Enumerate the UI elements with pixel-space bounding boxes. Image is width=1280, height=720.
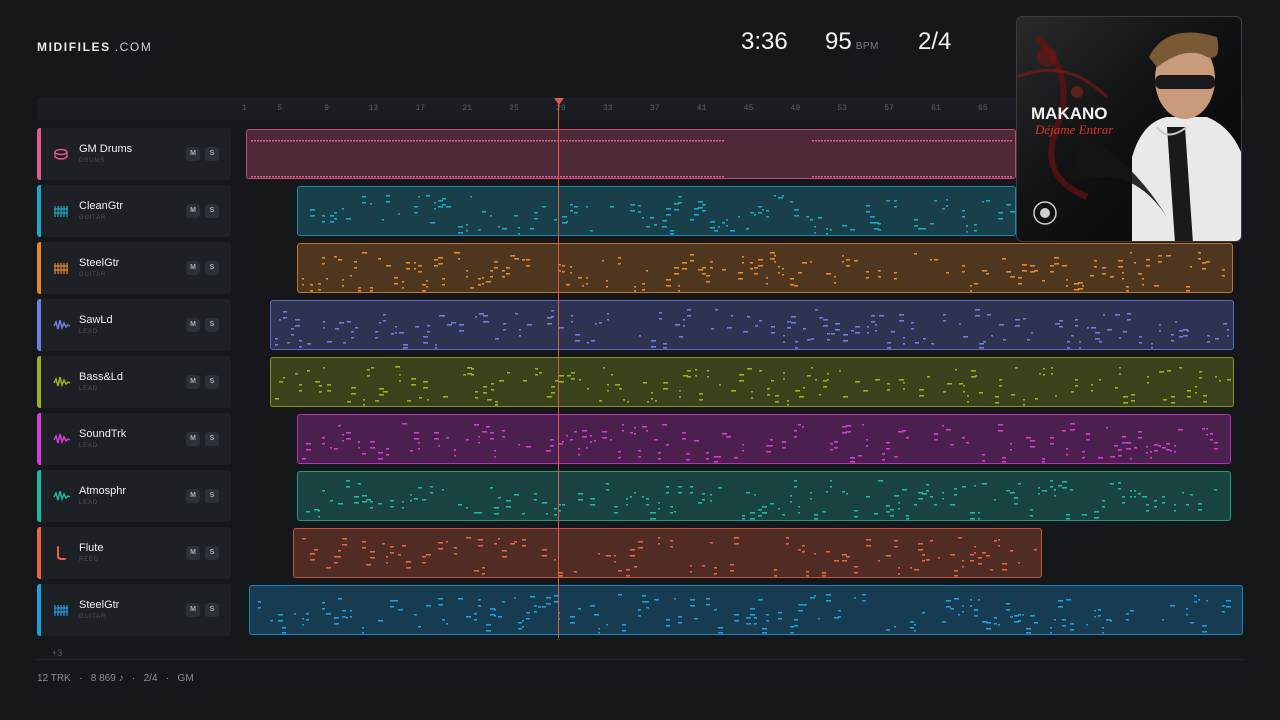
footer-separator: · [165, 673, 170, 684]
note-pattern [275, 366, 1231, 406]
midi-clip[interactable] [249, 585, 1243, 635]
ruler-tick: 65 [978, 104, 988, 113]
ruler-tick: 45 [743, 104, 754, 113]
midi-clip[interactable] [270, 300, 1234, 350]
ruler-tick: 21 [462, 104, 472, 113]
note-pattern [302, 537, 1037, 577]
bpm-label: BPM [855, 41, 879, 52]
ruler-tick: 5 [277, 104, 283, 113]
track-lane [0, 299, 1280, 351]
note-pattern [310, 195, 1015, 235]
note-pattern [275, 309, 1229, 349]
note-pattern [302, 252, 1225, 292]
site-logo: MIDIFILES .COM [37, 40, 152, 54]
ruler-tick: 41 [696, 104, 707, 113]
track-count: 12 TRK [37, 673, 71, 684]
midi-clip[interactable] [297, 414, 1231, 464]
midi-clip[interactable] [297, 471, 1231, 521]
track-lane [0, 242, 1280, 294]
note-count: 8 869 ♪ [90, 673, 124, 684]
more-tracks-count[interactable]: +3 [52, 648, 62, 658]
ruler-tick: 49 [790, 104, 801, 113]
ruler-tick: 57 [884, 104, 894, 113]
midi-clip[interactable] [246, 129, 1016, 179]
track-lane [0, 356, 1280, 408]
bpm-readout: 95 BPM [825, 28, 879, 56]
album-title: Déjame Entrar [1034, 122, 1114, 137]
track-lane [0, 584, 1280, 636]
duration-readout: 3:36 [741, 28, 788, 55]
bpm-value: 95 [825, 28, 852, 55]
playhead[interactable] [558, 104, 559, 638]
footer-divider [37, 659, 1243, 660]
midi-clip[interactable] [293, 528, 1042, 578]
logo-name: MIDIFILES [37, 40, 111, 54]
midi-standard: GM [177, 673, 194, 684]
midi-clip[interactable] [297, 243, 1233, 293]
footer-separator: · [131, 673, 136, 684]
track-lane [0, 413, 1280, 465]
ruler-tick: 53 [837, 104, 848, 113]
logo-suffix: .COM [114, 40, 153, 54]
ruler-tick: 17 [415, 104, 426, 113]
ruler-tick: 13 [368, 104, 379, 113]
ruler-tick: 25 [509, 104, 519, 113]
footer-time-signature: 2/4 [143, 673, 158, 684]
album-artist: MAKANO [1031, 104, 1108, 123]
note-pattern [258, 594, 1231, 634]
track-lane [0, 470, 1280, 522]
album-art: MAKANO Déjame Entrar [1017, 32, 1241, 241]
footer-stats: 12 TRK · 8 869 ♪ · 2/4 · GM [37, 673, 194, 684]
ruler-tick: 1 [241, 104, 247, 113]
ruler-tick: 9 [324, 104, 329, 113]
album-cover: MAKANO Déjame Entrar [1016, 16, 1242, 242]
ruler-tick: 61 [931, 104, 941, 113]
note-pattern [251, 140, 1012, 178]
time-signature-readout: 2/4 [918, 28, 952, 55]
midi-clip[interactable] [297, 186, 1016, 236]
ruler-tick: 37 [649, 104, 660, 113]
track-lane [0, 527, 1280, 579]
midi-clip[interactable] [270, 357, 1234, 407]
ruler-tick: 33 [603, 104, 613, 113]
footer-separator: · [79, 673, 83, 684]
note-pattern [302, 423, 1218, 463]
note-pattern [306, 480, 1217, 520]
playhead-handle[interactable] [554, 98, 564, 105]
